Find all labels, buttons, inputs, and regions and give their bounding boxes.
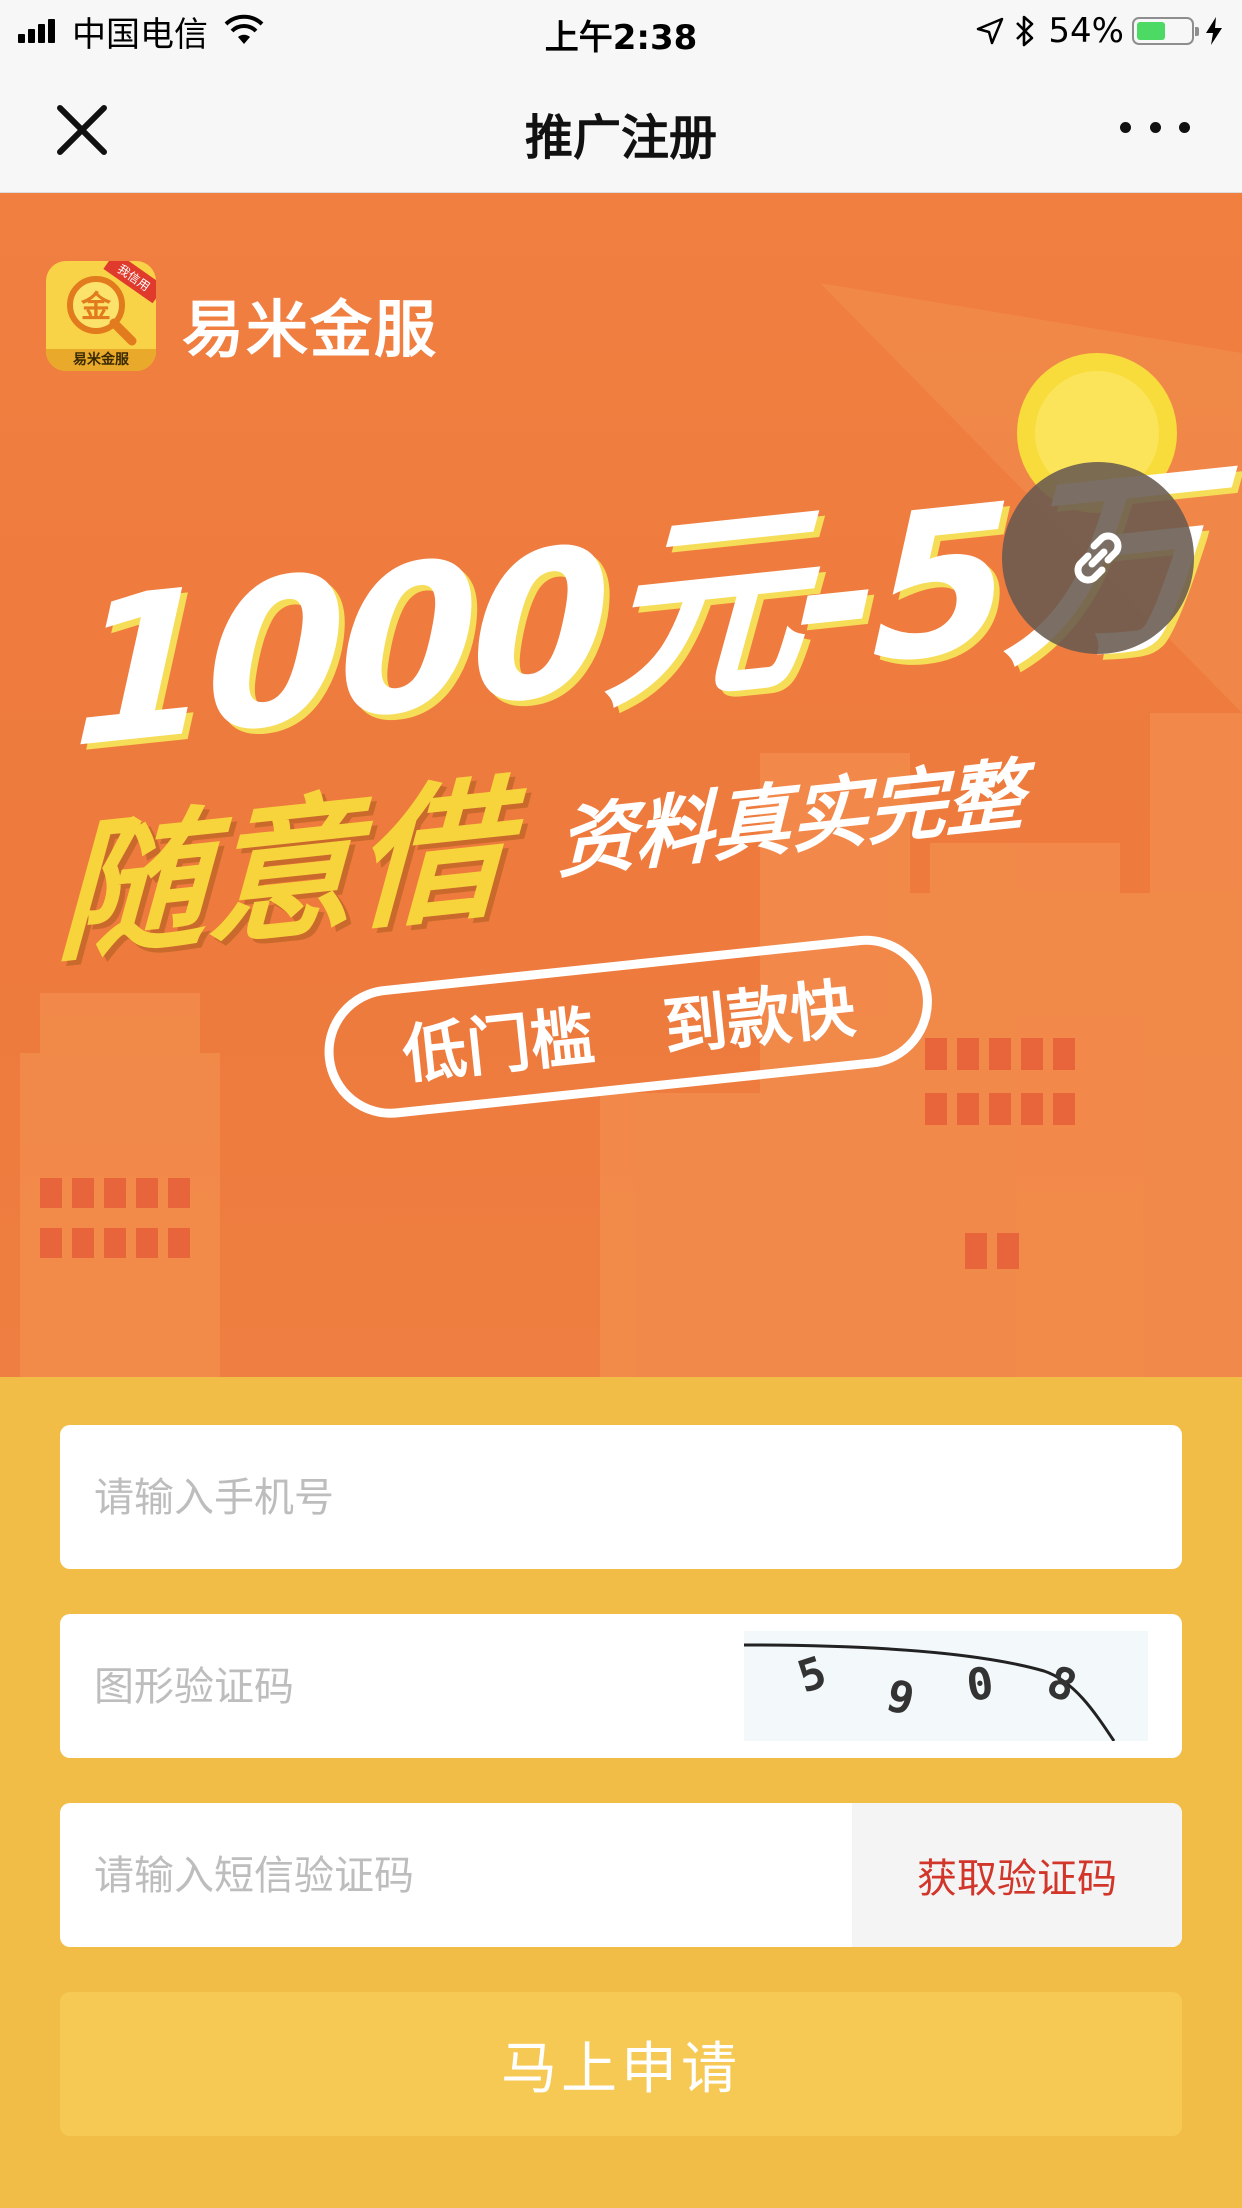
nav-bar: 推广注册: [0, 62, 1242, 193]
svg-text:金: 金: [80, 290, 112, 325]
captcha-field: 5908: [60, 1614, 1182, 1758]
wifi-icon: [224, 14, 264, 44]
feature-low-threshold: 低门槛: [399, 999, 598, 1094]
logo-caption: 易米金服: [46, 349, 156, 371]
app-logo: 金 我信用 易米金服: [46, 261, 156, 371]
get-code-button[interactable]: 获取验证码: [852, 1803, 1182, 1947]
sms-code-field: 获取验证码: [60, 1803, 1182, 1947]
page-title: 推广注册: [524, 110, 717, 166]
status-right: 54%: [966, 10, 1224, 52]
phone-input[interactable]: [92, 1425, 1156, 1569]
register-form: 5908 获取验证码 马上申请: [0, 1377, 1242, 2208]
carrier-name: 中国电信: [72, 14, 208, 55]
charging-bolt-icon: [1206, 17, 1222, 45]
sms-code-input[interactable]: [92, 1803, 876, 1947]
battery-level: [1137, 22, 1165, 40]
apply-now-button[interactable]: 马上申请: [60, 1992, 1182, 2136]
link-icon: [1074, 532, 1122, 584]
feature-fast-payout: 到款快: [659, 972, 859, 1066]
status-bar: 中国电信 上午2:38 54%: [0, 0, 1242, 62]
captcha-input[interactable]: [92, 1614, 736, 1758]
signal-icon: [18, 19, 58, 43]
captcha-char: 5: [792, 1647, 833, 1704]
captcha-image[interactable]: 5908: [743, 1631, 1148, 1742]
phone-field: [60, 1425, 1182, 1569]
captcha-char: 9: [881, 1670, 919, 1726]
app-name: 易米金服: [182, 293, 439, 366]
share-link-button[interactable]: [1002, 462, 1194, 654]
battery-percent: 54%: [1048, 11, 1124, 51]
battery-icon: [1132, 17, 1199, 45]
more-icon[interactable]: [1120, 112, 1190, 142]
bluetooth-icon: [1016, 15, 1034, 47]
captcha-char: 8: [1040, 1656, 1084, 1713]
status-left: 中国电信: [18, 10, 266, 55]
promo-banner: 金 我信用 易米金服 易米金服 1000元-5万 随意借 资料真实完整 低门槛 …: [0, 193, 1242, 1377]
location-arrow-icon: [977, 17, 1004, 45]
captcha-char: 0: [963, 1658, 996, 1712]
